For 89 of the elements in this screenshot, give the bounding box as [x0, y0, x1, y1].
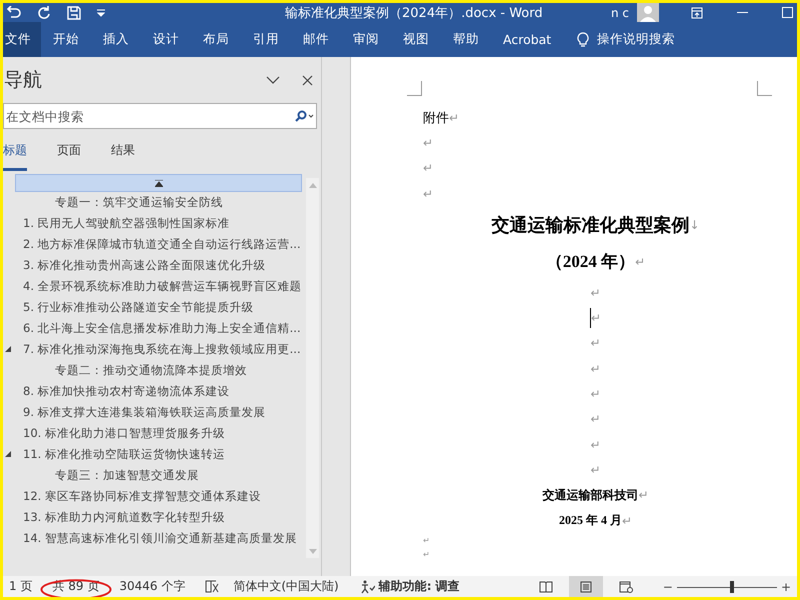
paragraph-mark: ↵	[590, 387, 601, 402]
paragraph-mark: ↵	[590, 286, 601, 300]
paragraph-text: （2024 年）	[546, 251, 636, 274]
redo-icon[interactable]	[37, 6, 51, 20]
accessibility-icon[interactable]	[358, 580, 375, 594]
paragraph-mark: ↵	[590, 362, 601, 376]
minimize-icon[interactable]	[737, 12, 748, 14]
heading-item[interactable]: 6. 北斗海上安全信息播发标准助力海上安全通信精...	[3, 318, 302, 339]
nav-tab[interactable]: 结果	[111, 129, 135, 171]
lightbulb-icon	[577, 32, 590, 48]
paragraph-text: 交通运输标准化典型案例	[491, 214, 690, 237]
ribbon-tab[interactable]: 插入	[91, 22, 141, 57]
paragraph-text: 交通运输部科技司	[542, 486, 638, 504]
expanded-icon[interactable]	[5, 346, 11, 352]
collapse-all-icon[interactable]	[154, 180, 162, 186]
paragraph-mark: ↵	[635, 254, 646, 269]
paragraph-mark: ↵	[423, 536, 430, 545]
undo-icon[interactable]	[5, 6, 21, 20]
nav-tab[interactable]: 页面	[57, 129, 81, 171]
accessibility-status[interactable]: 辅助功能: 调查	[378, 578, 460, 595]
heading-item[interactable]: 7. 标准化推动深海拖曳系统在海上搜救领域应用更...	[3, 339, 302, 360]
maximize-icon[interactable]	[782, 7, 793, 18]
paragraph-mark: ↵	[590, 311, 602, 326]
ribbon-tab[interactable]: 视图	[391, 22, 441, 57]
heading-item[interactable]: 专题二：推动交通物流降本提质增效	[3, 360, 302, 381]
page-number[interactable]: 1 页	[9, 578, 32, 595]
paragraph-mark: ↵	[590, 336, 601, 350]
heading-item[interactable]: 8. 标准加快推动农村寄递物流体系建设	[3, 381, 302, 402]
heading-item[interactable]: 10. 标准化助力港口智慧理货服务升级	[3, 423, 302, 444]
heading-item[interactable]: 9. 标准支撑大连港集装箱海铁联运高质量发展	[3, 402, 302, 423]
language[interactable]: 简体中文(中国大陆)	[233, 578, 339, 595]
paragraph-mark: ↵	[590, 462, 601, 477]
pane-options-icon[interactable]	[266, 76, 280, 84]
paragraph-mark: ↵	[423, 161, 434, 176]
ribbon-tab[interactable]: 帮助	[441, 22, 491, 57]
customize-caret-icon[interactable]	[97, 8, 105, 16]
user-name[interactable]: n c	[610, 6, 629, 20]
pane-title: 导航	[4, 68, 43, 93]
zoom-in-button[interactable]: +	[780, 580, 791, 594]
paragraph-mark: ↵	[622, 514, 632, 528]
ribbon-tab[interactable]: 审阅	[341, 22, 391, 57]
zoom-out-button[interactable]: −	[662, 580, 673, 594]
paragraph-mark: ↵	[449, 110, 460, 125]
paragraph-mark: ↵	[638, 488, 649, 502]
ribbon-tab[interactable]: 引用	[241, 22, 291, 57]
ribbon-tab[interactable]: Acrobat	[491, 22, 564, 57]
window-title: 输标准化典型案例（2024年）.docx - Word	[285, 4, 544, 22]
paragraph-mark: ↵	[590, 438, 601, 452]
heading-item[interactable]: 专题三：加速智慧交通发展	[3, 465, 302, 486]
crop-mark	[757, 81, 772, 96]
paragraph-mark: ↵	[423, 136, 434, 150]
ribbon-display-icon[interactable]	[691, 6, 703, 18]
zoom-thumb[interactable]	[730, 580, 734, 592]
ribbon-tab[interactable]: 开始	[41, 22, 91, 57]
close-icon[interactable]	[302, 74, 313, 86]
heading-item[interactable]: 4. 全景环视系统标准助力破解营运车辆视野盲区难题	[3, 276, 302, 297]
web-page-icon	[618, 580, 633, 592]
proofing-icon[interactable]	[205, 580, 222, 593]
paragraph-mark: ↵	[423, 550, 430, 559]
paragraph-mark: ↵	[590, 412, 601, 426]
ribbon-tab[interactable]: 设计	[141, 22, 191, 57]
expanded-icon[interactable]	[5, 451, 11, 457]
heading-item[interactable]: 13. 标准助力内河航道数字化转型升级	[3, 507, 302, 528]
search-field[interactable]: 在文档中搜索	[3, 103, 317, 129]
page-layout-icon	[580, 580, 592, 592]
search-icon[interactable]	[294, 110, 314, 122]
heading-item[interactable]: 11. 标准化推动空陆联运货物快速转运	[3, 444, 302, 465]
heading-item[interactable]: 12. 寒区车路协同标准支撑智慧交通体系建设	[3, 486, 302, 507]
paragraph-text: 附件	[423, 110, 449, 127]
heading-item[interactable]: 5. 行业标准推动公路隧道安全节能提质升级	[3, 297, 302, 318]
save-icon[interactable]	[67, 6, 81, 20]
paragraph-mark: ↓	[689, 218, 700, 232]
document-page[interactable]: 附件↵ ↵ ↵ ↵ 交通运输标准化典型案例↓ （2024 年）↵ ↵ ↵ ↵ ↵ ↵ ↵ ↵ ↵ 交通运输部科技司↵ 2025 年 4 月↵ ↵ ↵	[350, 57, 797, 576]
crop-mark	[407, 81, 422, 96]
paragraph-text: 2025 年 4 月	[558, 512, 622, 529]
ribbon-tab[interactable]: 布局	[191, 22, 241, 57]
heading-item[interactable]: 3. 标准化推动贵州高速公路全面限速优化升级	[3, 255, 302, 276]
word-count[interactable]: 30446 个字	[119, 578, 186, 595]
paragraph-mark: ↵	[423, 186, 434, 201]
heading-item[interactable]: 2. 地方标准保障城市轨道交通全自动运行线路运营...	[3, 234, 302, 255]
book-icon	[538, 580, 553, 592]
ribbon-tab[interactable]: 邮件	[291, 22, 341, 57]
ribbon-tab[interactable]: 文件	[3, 22, 41, 57]
heading-item[interactable]: 1. 民用无人驾驶航空器强制性国家标准	[3, 213, 302, 234]
print-layout-button[interactable]	[568, 576, 603, 597]
nav-tab[interactable]: 标题	[3, 129, 27, 171]
heading-item[interactable]: 专题一：筑牢交通运输安全防线	[3, 192, 302, 213]
heading-item[interactable]: 14. 智慧高速标准化引领川渝交通新基建高质量发展	[3, 528, 302, 549]
tell-me-search[interactable]: 操作说明搜索	[597, 31, 676, 48]
